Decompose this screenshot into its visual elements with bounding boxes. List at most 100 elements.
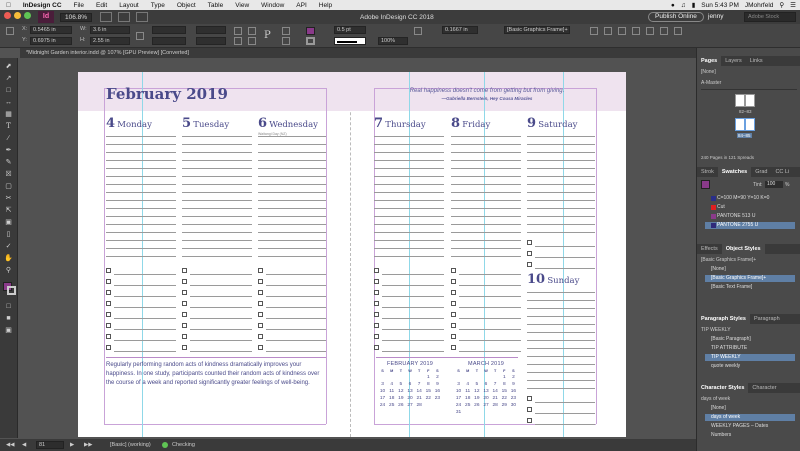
note-tool-icon[interactable]: ▯ [3, 230, 14, 239]
rectangle-tool-icon[interactable]: ▢ [3, 182, 14, 191]
tab-gradient[interactable]: Grad [751, 167, 771, 177]
scissors-tool-icon[interactable]: ✂ [3, 194, 14, 203]
checkbox[interactable] [527, 251, 532, 256]
checkbox[interactable] [106, 268, 111, 273]
width-field[interactable]: 3.6 in [90, 26, 130, 34]
day-header-friday[interactable]: 8 Friday [451, 116, 490, 131]
selection-tool-icon[interactable]: ⬈ [3, 62, 14, 71]
menubar-user[interactable]: JMohrfeld [745, 2, 774, 9]
stroke-swatch[interactable] [306, 37, 315, 45]
checkbox[interactable] [106, 312, 111, 317]
checkbox[interactable] [258, 323, 263, 328]
rotate-90-cw-icon[interactable] [234, 27, 242, 35]
checkbox[interactable] [451, 312, 456, 317]
checkbox[interactable] [374, 345, 379, 350]
checkbox[interactable] [374, 334, 379, 339]
checkbox[interactable] [106, 345, 111, 350]
x-position-field[interactable]: 0.5465 in [30, 26, 72, 34]
mini-calendar-february[interactable]: FEBRUARY 2019 S M T W T F S 1 2 3 4 5 6 7 8 9 10 11 12 13 14… [378, 361, 442, 408]
flip-horizontal-icon[interactable] [248, 27, 256, 35]
next-page-icon[interactable]: ▶ [70, 439, 74, 451]
paragraph-style-item[interactable]: quote weekly [705, 363, 795, 370]
scale-y-field[interactable] [152, 37, 186, 45]
select-content-icon[interactable] [282, 37, 290, 45]
last-page-icon[interactable]: ▶▶ [84, 439, 92, 451]
paragraph-style-item-selected[interactable]: TIP WEEKLY [705, 354, 795, 361]
checkbox[interactable] [451, 290, 456, 295]
tab-paragraph-styles[interactable]: Paragraph Styles [697, 314, 750, 324]
page-thumbnail[interactable] [745, 94, 755, 107]
day-header-wednesday[interactable]: 6 Wednesday [258, 116, 318, 131]
menu-type[interactable]: Type [145, 2, 171, 9]
checkbox[interactable] [451, 301, 456, 306]
checkbox[interactable] [182, 323, 187, 328]
swatch-row[interactable]: PANTONE 513 U [705, 213, 795, 220]
checkbox[interactable] [106, 301, 111, 306]
tab-links[interactable]: Links [746, 56, 767, 66]
day-header-sunday[interactable]: 10 Sunday [527, 272, 579, 287]
menu-window[interactable]: Window [255, 2, 290, 9]
day-header-thursday[interactable]: 7 Thursday [374, 116, 426, 131]
document-tab[interactable]: *Midnight Garden interior.indd @ 107% [G… [20, 48, 696, 58]
workspace-switcher[interactable]: jenny [708, 13, 724, 20]
object-style-item[interactable]: [None] [705, 266, 795, 273]
menu-object[interactable]: Object [171, 2, 202, 9]
checkbox[interactable] [182, 345, 187, 350]
checkbox[interactable] [451, 279, 456, 284]
checkbox[interactable] [182, 301, 187, 306]
spotlight-search-icon[interactable]: ⚲ [779, 1, 784, 9]
apply-color-icon[interactable]: ■ [3, 314, 14, 323]
checkbox[interactable] [182, 279, 187, 284]
flip-vertical-icon[interactable] [248, 37, 256, 45]
preflight-profile[interactable]: [Basic] (working) [110, 439, 151, 451]
tab-layers[interactable]: Layers [721, 56, 746, 66]
opacity-field[interactable]: 100% [378, 37, 408, 45]
day-header-monday[interactable]: 4 Monday [106, 116, 152, 131]
align-left-icon[interactable] [660, 27, 668, 35]
swatch-row[interactable]: C=100 M=90 Y=10 K=0 [705, 195, 795, 202]
zoom-tool-icon[interactable]: ⚲ [3, 266, 14, 275]
close-window-icon[interactable] [4, 12, 11, 19]
gradient-tool-icon[interactable]: ▣ [3, 218, 14, 227]
zoom-level-field[interactable]: 106.8% [60, 12, 93, 22]
checkbox[interactable] [451, 345, 456, 350]
constrain-proportions-icon[interactable] [136, 32, 144, 40]
menu-api[interactable]: API [290, 2, 312, 9]
tab-cc-libraries[interactable]: CC Li [771, 167, 793, 177]
character-style-item[interactable]: Numbers [705, 432, 795, 439]
menu-table[interactable]: Table [202, 2, 230, 9]
object-style-item-selected[interactable]: [Basic Graphics Frame]+ [705, 275, 795, 282]
view-options-icon[interactable] [100, 12, 112, 22]
gap-tool-icon[interactable]: ↔ [3, 98, 14, 107]
pages-none-master[interactable]: [None] [701, 69, 716, 75]
eyedropper-tool-icon[interactable]: ✓ [3, 242, 14, 251]
tint-field[interactable]: 100 [765, 181, 783, 188]
pencil-tool-icon[interactable]: ✎ [3, 158, 14, 167]
fill-swatch[interactable] [306, 27, 315, 35]
text-wrap-icon[interactable] [590, 27, 598, 35]
battery-icon[interactable]: ▮ [692, 1, 696, 9]
character-style-item-selected[interactable]: days of week [705, 414, 795, 421]
tab-object-styles[interactable]: Object Styles [721, 244, 765, 254]
checkbox[interactable] [258, 334, 263, 339]
hand-tool-icon[interactable]: ✋ [3, 254, 14, 263]
publish-online-button[interactable]: Publish Online [648, 12, 704, 22]
line-tool-icon[interactable]: ∕ [3, 134, 14, 143]
menu-view[interactable]: View [229, 2, 255, 9]
stroke-type-dropdown[interactable] [334, 37, 366, 45]
swatch-row-selected[interactable]: PANTONE 2755 U [705, 222, 795, 229]
spacing-field[interactable]: 0.1667 in [442, 26, 478, 34]
checkbox[interactable] [182, 334, 187, 339]
object-style-item[interactable]: [Basic Text Frame] [705, 284, 795, 291]
arrange-documents-icon[interactable] [136, 12, 148, 22]
checkbox[interactable] [451, 268, 456, 273]
checkbox[interactable] [258, 290, 263, 295]
month-title[interactable]: February 2019 [106, 85, 228, 103]
volume-icon[interactable]: ♫ [681, 2, 686, 9]
page-thumbnail[interactable] [735, 94, 745, 107]
checkbox[interactable] [106, 323, 111, 328]
checkbox[interactable] [258, 301, 263, 306]
content-collector-icon[interactable]: ▦ [3, 110, 14, 119]
reference-point-icon[interactable] [6, 27, 14, 35]
checkbox[interactable] [106, 334, 111, 339]
